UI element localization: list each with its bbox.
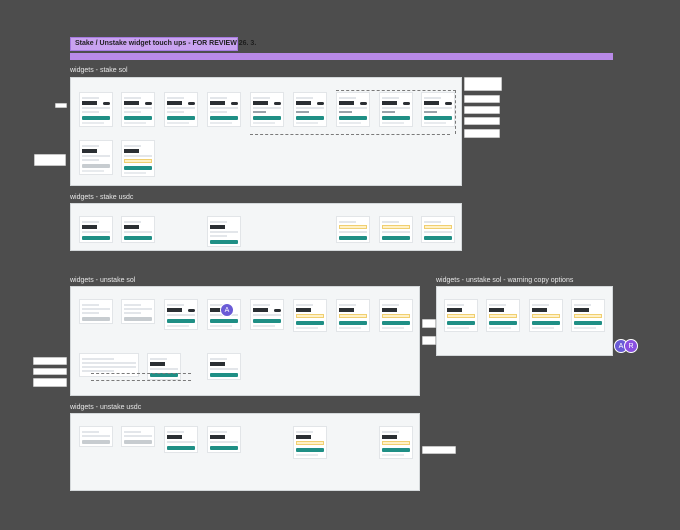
section-label-unstake-sol-warning[interactable]: widgets - unstake sol - warning copy opt… xyxy=(436,277,573,284)
section-frame-unstake-sol-warning[interactable] xyxy=(436,286,613,356)
widget-card[interactable] xyxy=(529,299,563,332)
widget-card[interactable] xyxy=(121,299,155,324)
flow-connector xyxy=(336,90,456,91)
comment-note[interactable] xyxy=(55,103,67,108)
section-label-stake-sol[interactable]: widgets - stake sol xyxy=(70,67,128,74)
widget-card[interactable] xyxy=(164,426,198,453)
flow-connector xyxy=(91,380,191,381)
widget-card[interactable] xyxy=(379,92,413,127)
comment-note[interactable] xyxy=(464,95,500,103)
widget-card[interactable] xyxy=(250,92,284,127)
widget-card[interactable] xyxy=(207,216,241,247)
widget-card[interactable] xyxy=(79,216,113,243)
flow-connector xyxy=(250,134,450,135)
comment-note[interactable] xyxy=(422,336,436,345)
widget-card[interactable] xyxy=(79,140,113,175)
section-label-unstake-sol[interactable]: widgets - unstake sol xyxy=(70,277,135,284)
comment-note[interactable] xyxy=(464,106,500,114)
section-frame-unstake-usdc[interactable] xyxy=(70,413,420,491)
widget-card[interactable] xyxy=(250,299,284,330)
comment-note[interactable] xyxy=(34,154,66,166)
widget-card[interactable] xyxy=(444,299,478,332)
widget-card[interactable] xyxy=(164,299,198,330)
comment-note[interactable] xyxy=(33,378,67,387)
widget-card[interactable] xyxy=(421,92,455,127)
section-frame-stake-sol[interactable] xyxy=(70,77,462,186)
widget-card[interactable] xyxy=(336,216,370,243)
flow-connector xyxy=(91,373,191,374)
comment-note[interactable] xyxy=(422,319,436,328)
widget-card[interactable] xyxy=(379,299,413,332)
flow-connector xyxy=(455,90,456,134)
widget-card[interactable] xyxy=(336,92,370,127)
widget-card[interactable] xyxy=(207,353,241,380)
comment-note[interactable] xyxy=(422,446,456,454)
widget-card[interactable] xyxy=(379,216,413,243)
section-frame-unstake-sol[interactable] xyxy=(70,286,420,396)
widget-card[interactable] xyxy=(486,299,520,332)
comment-note[interactable] xyxy=(33,368,67,375)
widget-card[interactable] xyxy=(121,140,155,177)
widget-card[interactable] xyxy=(293,426,327,459)
widget-card[interactable] xyxy=(79,92,113,127)
widget-card[interactable] xyxy=(147,353,181,380)
collaborator-avatar[interactable]: A xyxy=(220,303,234,317)
title-accent-bar xyxy=(70,53,613,60)
widget-card[interactable] xyxy=(164,92,198,127)
collaborator-avatar[interactable]: R xyxy=(624,339,638,353)
widget-card[interactable] xyxy=(207,426,241,453)
widget-card[interactable] xyxy=(571,299,605,332)
comment-note[interactable] xyxy=(464,77,502,91)
widget-card[interactable] xyxy=(336,299,370,332)
comment-note[interactable] xyxy=(464,129,500,138)
comment-note[interactable] xyxy=(33,357,67,365)
widget-card[interactable] xyxy=(79,426,113,447)
widget-card[interactable] xyxy=(121,426,155,447)
comment-note[interactable] xyxy=(464,117,500,125)
section-frame-stake-usdc[interactable] xyxy=(70,203,462,251)
widget-card[interactable] xyxy=(207,92,241,127)
board-title[interactable]: Stake / Unstake widget touch ups - FOR R… xyxy=(70,37,256,51)
widget-card[interactable] xyxy=(121,216,155,243)
widget-card[interactable] xyxy=(379,426,413,459)
widget-card[interactable] xyxy=(293,92,327,127)
widget-card[interactable] xyxy=(79,299,113,324)
widget-card[interactable] xyxy=(121,92,155,127)
widget-card[interactable] xyxy=(421,216,455,243)
section-label-stake-usdc[interactable]: widgets - stake usdc xyxy=(70,194,133,201)
section-label-unstake-usdc[interactable]: widgets - unstake usdc xyxy=(70,404,141,411)
widget-card[interactable] xyxy=(293,299,327,332)
